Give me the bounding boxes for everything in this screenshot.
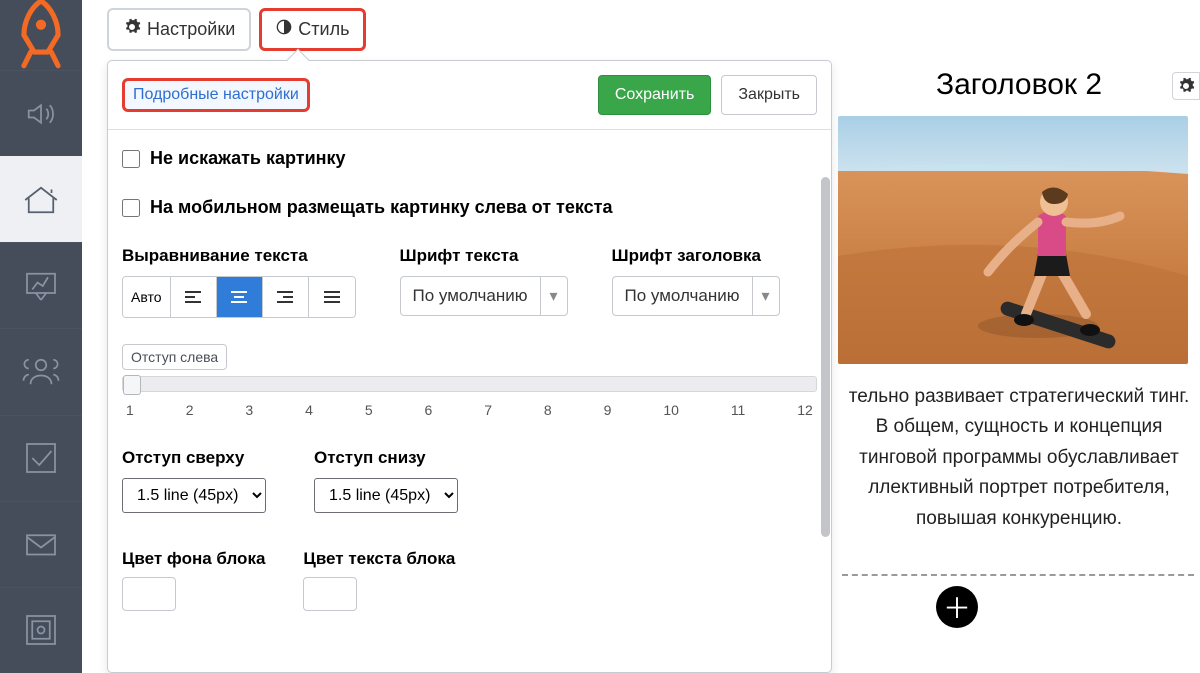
- preview-body: тельно развивает стратегический тинг. В …: [838, 382, 1200, 534]
- align-buttons: Авто: [122, 276, 356, 318]
- tick: 10: [663, 402, 679, 418]
- text-color-label: Цвет текста блока: [303, 549, 455, 569]
- close-button[interactable]: Закрыть: [721, 75, 817, 115]
- sidebar-item-home[interactable]: [0, 156, 82, 242]
- padding-left-slider: Отступ слева 1 2 3 4 5 6 7 8 9 10 11 12: [122, 344, 817, 418]
- padding-left-label: Отступ слева: [122, 344, 227, 370]
- checkbox-no-distort[interactable]: [122, 150, 140, 168]
- section-divider: [842, 574, 1194, 576]
- chevron-down-icon[interactable]: ▾: [540, 276, 568, 316]
- tick: 2: [186, 402, 194, 418]
- plus-icon: ＋: [943, 587, 971, 627]
- font-heading-label: Шрифт заголовка: [612, 246, 780, 266]
- tick: 8: [544, 402, 552, 418]
- font-text-value: По умолчанию: [400, 276, 540, 316]
- preview-image: [838, 116, 1188, 364]
- align-center-icon: [230, 290, 248, 304]
- add-section-button[interactable]: ＋: [936, 586, 978, 628]
- tick: 9: [604, 402, 612, 418]
- font-text-group: Шрифт текста По умолчанию ▾: [400, 246, 568, 318]
- font-text-label: Шрифт текста: [400, 246, 568, 266]
- row-mobile-left: На мобильном размещать картинку слева от…: [122, 197, 817, 218]
- font-heading-select[interactable]: По умолчанию ▾: [612, 276, 780, 316]
- preview-heading: Заголовок 2: [838, 68, 1200, 102]
- font-heading-value: По умолчанию: [612, 276, 752, 316]
- contrast-icon: [276, 19, 292, 40]
- label-no-distort: Не искажать картинку: [150, 148, 346, 169]
- row-no-distort: Не искажать картинку: [122, 148, 817, 169]
- pad-top-label: Отступ сверху: [122, 448, 266, 468]
- text-align-label: Выравнивание текста: [122, 246, 356, 266]
- preview-column: Заголовок 2: [838, 68, 1200, 534]
- tab-settings-label: Настройки: [147, 19, 235, 40]
- tab-style[interactable]: Стиль: [259, 8, 366, 51]
- pad-bottom-select[interactable]: 1.5 line (45px): [314, 478, 458, 513]
- font-text-select[interactable]: По умолчанию ▾: [400, 276, 568, 316]
- tab-settings[interactable]: Настройки: [107, 8, 251, 51]
- gear-icon: [123, 18, 141, 41]
- pad-top-select[interactable]: 1.5 line (45px): [122, 478, 266, 513]
- align-left[interactable]: [171, 277, 217, 317]
- detailed-settings-link[interactable]: Подробные настройки: [122, 78, 310, 112]
- align-center[interactable]: [217, 277, 263, 317]
- panel-header: Подробные настройки Сохранить Закрыть: [108, 61, 831, 130]
- pad-bottom-label: Отступ снизу: [314, 448, 458, 468]
- logo-rocket[interactable]: [0, 0, 82, 70]
- sidebar-item-check[interactable]: [0, 415, 82, 501]
- sidebar-item-sound[interactable]: [0, 70, 82, 156]
- tick: 4: [305, 402, 313, 418]
- style-panel: Подробные настройки Сохранить Закрыть Не…: [107, 60, 832, 673]
- chevron-down-icon[interactable]: ▾: [752, 276, 780, 316]
- sidebar-item-users[interactable]: [0, 328, 82, 414]
- left-sidebar: [0, 0, 82, 673]
- pad-bottom-group: Отступ снизу 1.5 line (45px): [314, 448, 458, 513]
- sidebar-item-mail[interactable]: [0, 501, 82, 587]
- slider-track[interactable]: [122, 376, 817, 392]
- top-tabs: Настройки Стиль: [107, 8, 366, 51]
- tick: 6: [425, 402, 433, 418]
- align-auto[interactable]: Авто: [123, 277, 171, 317]
- text-color-group: Цвет текста блока: [303, 549, 455, 611]
- tick: 3: [245, 402, 253, 418]
- align-left-icon: [184, 290, 202, 304]
- slider-thumb[interactable]: [123, 375, 141, 395]
- align-justify-icon: [323, 290, 341, 304]
- label-mobile-left: На мобильном размещать картинку слева от…: [150, 197, 612, 218]
- checkbox-mobile-left[interactable]: [122, 199, 140, 217]
- tick: 5: [365, 402, 373, 418]
- font-heading-group: Шрифт заголовка По умолчанию ▾: [612, 246, 780, 318]
- text-color-swatch[interactable]: [303, 577, 357, 611]
- pad-top-group: Отступ сверху 1.5 line (45px): [122, 448, 266, 513]
- align-right[interactable]: [263, 277, 309, 317]
- bg-color-label: Цвет фона блока: [122, 549, 265, 569]
- bg-color-group: Цвет фона блока: [122, 549, 265, 611]
- text-align-group: Выравнивание текста Авто: [122, 246, 356, 318]
- tick: 7: [484, 402, 492, 418]
- tick: 12: [797, 402, 813, 418]
- tick: 1: [126, 402, 134, 418]
- slider-ticks: 1 2 3 4 5 6 7 8 9 10 11 12: [122, 392, 817, 418]
- align-right-icon: [276, 290, 294, 304]
- tick: 11: [731, 402, 746, 418]
- panel-scrollbar[interactable]: [821, 177, 830, 607]
- panel-body: Не искажать картинку На мобильном размещ…: [108, 130, 831, 670]
- tab-style-label: Стиль: [298, 19, 349, 40]
- save-button[interactable]: Сохранить: [598, 75, 712, 115]
- sidebar-item-safe[interactable]: [0, 587, 82, 673]
- bg-color-swatch[interactable]: [122, 577, 176, 611]
- align-justify[interactable]: [309, 277, 355, 317]
- sidebar-item-presentation[interactable]: [0, 242, 82, 328]
